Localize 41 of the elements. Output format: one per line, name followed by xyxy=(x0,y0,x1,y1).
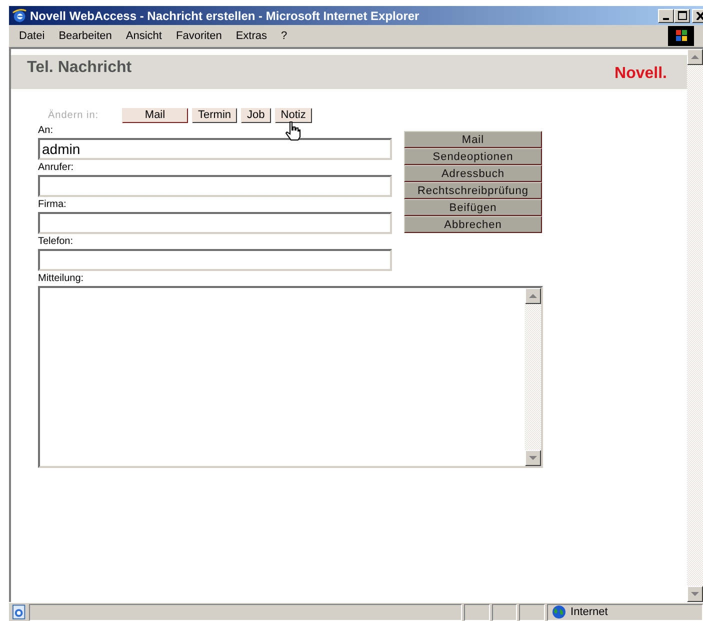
menu-item[interactable]: ? xyxy=(275,30,296,42)
scrollbar[interactable] xyxy=(525,288,541,466)
status-panel xyxy=(519,604,545,620)
input-field[interactable] xyxy=(38,249,392,271)
window-title: Novell WebAccess - Nachricht erstellen - Microsoft Internet Explorer xyxy=(30,8,420,22)
scrollbar[interactable] xyxy=(687,49,703,602)
logo: Novell. xyxy=(614,64,668,83)
action-button[interactable]: Rechtschreibprüfung xyxy=(404,182,542,199)
action-button[interactable]: Sendeoptionen xyxy=(404,148,542,165)
input-field[interactable] xyxy=(38,175,392,197)
tab[interactable]: Termin xyxy=(192,108,238,122)
field-label: Anrufer: xyxy=(38,162,74,175)
tab[interactable]: Job xyxy=(241,108,271,122)
maximize-icon[interactable] xyxy=(674,8,690,22)
field-label: Telefon: xyxy=(38,236,74,249)
change-label: Ändern in: xyxy=(47,110,100,120)
tab[interactable]: Mail xyxy=(122,108,188,122)
action-button[interactable]: Abbrechen xyxy=(404,216,542,233)
page-title: Tel. Nachricht xyxy=(26,58,132,77)
menu-item[interactable]: Bearbeiten xyxy=(52,30,120,42)
globe-icon xyxy=(552,605,566,619)
status-panel xyxy=(492,604,518,620)
field-label: Mitteilung: xyxy=(38,273,84,286)
input-field[interactable] xyxy=(38,212,392,234)
field-label: An: xyxy=(38,125,54,138)
menu-item[interactable]: Extras xyxy=(230,30,276,42)
security-zone: Internet xyxy=(570,606,608,618)
menu-item[interactable]: Ansicht xyxy=(120,30,170,42)
action-button[interactable]: Mail xyxy=(404,131,542,148)
menu-item[interactable]: Favoriten xyxy=(170,30,230,42)
input-field[interactable]: admin xyxy=(38,138,392,160)
minimize-icon[interactable] xyxy=(658,8,674,22)
status-panel xyxy=(464,604,490,620)
action-button[interactable]: Beifügen xyxy=(404,199,542,216)
action-button[interactable]: Adressbuch xyxy=(404,165,542,182)
field-label: Firma: xyxy=(38,199,66,212)
browser-icon xyxy=(12,8,27,23)
windows-logo-icon xyxy=(668,26,694,46)
hand-cursor-icon xyxy=(285,121,301,141)
menu-item[interactable]: Datei xyxy=(13,30,53,42)
tab[interactable]: Notiz xyxy=(274,108,312,122)
